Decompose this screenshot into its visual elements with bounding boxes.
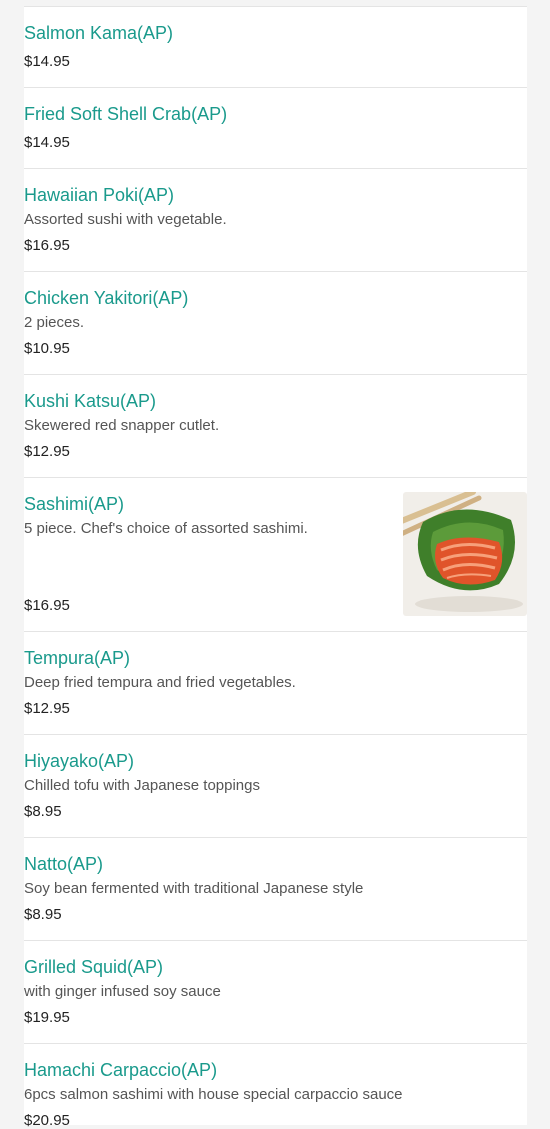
item-name[interactable]: Hawaiian Poki(AP) <box>24 185 174 206</box>
menu-item-kushi-katsu[interactable]: Kushi Katsu(AP) Skewered red snapper cut… <box>24 374 527 478</box>
item-name[interactable]: Kushi Katsu(AP) <box>24 391 156 412</box>
menu-item-hiyayako[interactable]: Hiyayako(AP) Chilled tofu with Japanese … <box>24 734 527 838</box>
item-name[interactable]: Hamachi Carpaccio(AP) <box>24 1060 217 1081</box>
item-price: $16.95 <box>24 237 70 254</box>
menu-item-hawaiian-poki[interactable]: Hawaiian Poki(AP) Assorted sushi with ve… <box>24 168 527 272</box>
item-price: $20.95 <box>24 1112 70 1129</box>
item-description: Skewered red snapper cutlet. <box>24 417 220 434</box>
item-price: $8.95 <box>24 906 62 923</box>
item-price: $12.95 <box>24 443 70 460</box>
item-name[interactable]: Salmon Kama(AP) <box>24 23 173 44</box>
item-description: 2 pieces. <box>24 314 85 331</box>
item-name[interactable]: Sashimi(AP) <box>24 494 124 515</box>
item-name[interactable]: Chicken Yakitori(AP) <box>24 288 188 309</box>
item-name[interactable]: Fried Soft Shell Crab(AP) <box>24 104 227 125</box>
menu-page: Salmon Kama(AP) $14.95 Fried Soft Shell … <box>0 0 550 1129</box>
menu-item-tempura[interactable]: Tempura(AP) Deep fried tempura and fried… <box>24 631 527 735</box>
item-price: $19.95 <box>24 1009 70 1026</box>
sashimi-photo[interactable] <box>403 492 527 616</box>
item-price: $12.95 <box>24 700 70 717</box>
item-price: $10.95 <box>24 340 70 357</box>
item-description: Soy bean fermented with traditional Japa… <box>24 880 364 897</box>
menu-item-grilled-squid[interactable]: Grilled Squid(AP) with ginger infused so… <box>24 940 527 1044</box>
menu-item-sashimi[interactable]: Sashimi(AP) 5 piece. Chef's choice of as… <box>24 477 527 632</box>
menu-item-fried-soft-shell-crab[interactable]: Fried Soft Shell Crab(AP) $14.95 <box>24 87 527 169</box>
item-description: with ginger infused soy sauce <box>24 983 221 1000</box>
menu-item-hamachi-carpaccio[interactable]: Hamachi Carpaccio(AP) 6pcs salmon sashim… <box>24 1043 527 1129</box>
item-price: $14.95 <box>24 53 70 70</box>
item-name[interactable]: Grilled Squid(AP) <box>24 957 163 978</box>
menu-item-salmon-kama[interactable]: Salmon Kama(AP) $14.95 <box>24 6 527 88</box>
item-name[interactable]: Natto(AP) <box>24 854 103 875</box>
item-price: $16.95 <box>24 597 70 614</box>
sashimi-photo-image <box>403 492 527 616</box>
menu-item-chicken-yakitori[interactable]: Chicken Yakitori(AP) 2 pieces. $10.95 <box>24 271 527 375</box>
item-description: Chilled tofu with Japanese toppings <box>24 777 260 794</box>
item-description: Deep fried tempura and fried vegetables. <box>24 674 296 691</box>
item-name[interactable]: Hiyayako(AP) <box>24 751 134 772</box>
item-price: $14.95 <box>24 134 70 151</box>
item-description: 6pcs salmon sashimi with house special c… <box>24 1086 403 1103</box>
item-price: $8.95 <box>24 803 62 820</box>
menu-item-natto[interactable]: Natto(AP) Soy bean fermented with tradit… <box>24 837 527 941</box>
item-description: Assorted sushi with vegetable. <box>24 211 227 228</box>
item-name[interactable]: Tempura(AP) <box>24 648 130 669</box>
item-description: 5 piece. Chef's choice of assorted sashi… <box>24 520 308 537</box>
